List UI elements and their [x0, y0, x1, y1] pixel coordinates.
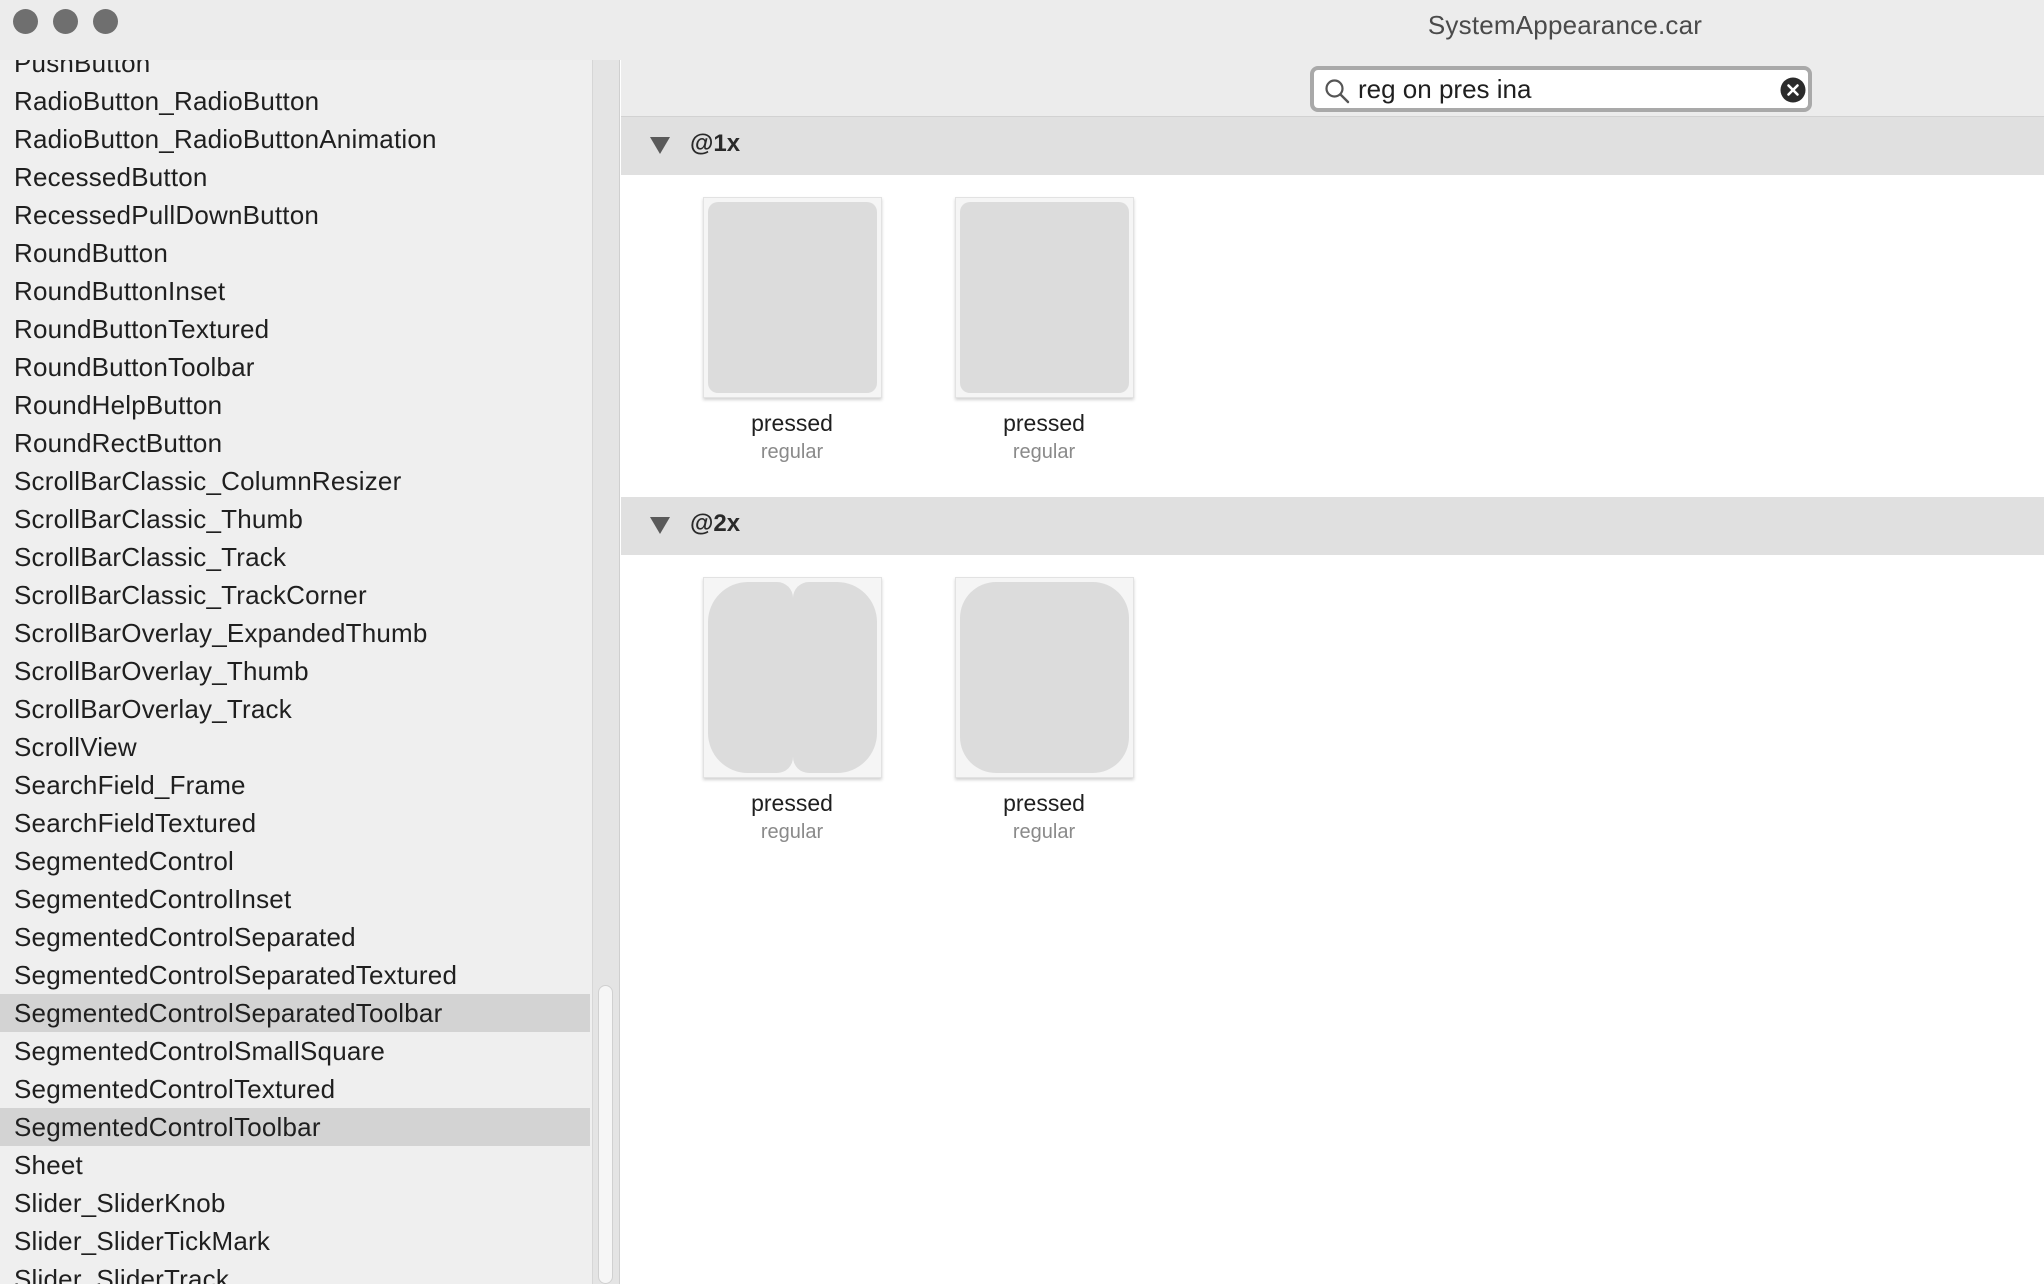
sidebar-item[interactable]: Sheet [0, 1146, 590, 1184]
sidebar-item[interactable]: ScrollBarOverlay_ExpandedThumb [0, 614, 590, 652]
search-icon [1325, 79, 1350, 104]
sidebar-item[interactable]: RoundRectButton [0, 424, 590, 462]
sidebar-item[interactable]: SegmentedControlTextured [0, 1070, 590, 1108]
toolbar [621, 60, 2044, 117]
sidebar: PushButton RadioButton_RadioButton RadioBu… [0, 60, 592, 1284]
asset-thumbnail[interactable] [955, 197, 1134, 398]
sidebar-item[interactable]: SegmentedControlSeparatedTextured [0, 956, 590, 994]
section-title: @1x [690, 130, 741, 157]
sidebar-item[interactable]: RoundButtonToolbar [0, 348, 590, 386]
disclosure-triangle-icon[interactable] [650, 517, 670, 535]
asset-name-label: pressed [1003, 790, 1085, 816]
minimize-window-button[interactable] [53, 9, 78, 34]
pressed-segment-preview-left [708, 582, 793, 773]
search-field[interactable] [1310, 66, 1812, 112]
sidebar-item[interactable]: SegmentedControl [0, 842, 590, 880]
asset-thumbnail[interactable] [703, 577, 882, 778]
sidebar-item[interactable]: Slider_SliderTickMark [0, 1222, 590, 1260]
disclosure-triangle-icon[interactable] [650, 137, 670, 155]
asset-thumbnail[interactable] [703, 197, 882, 398]
sidebar-item[interactable]: SegmentedControlInset [0, 880, 590, 918]
pressed-segment-preview [960, 582, 1129, 773]
sidebar-item[interactable]: ScrollBarClassic_Track [0, 538, 590, 576]
sidebar-item[interactable]: SegmentedControlSeparatedToolbar [0, 994, 590, 1032]
asset-name-label: pressed [751, 790, 833, 816]
asset-size-class-label: regular [760, 821, 824, 843]
sidebar-item[interactable]: RadioButton_RadioButton [0, 82, 590, 120]
sidebar-item[interactable]: RoundButtonTextured [0, 310, 590, 348]
sidebar-item[interactable]: RoundButtonInset [0, 272, 590, 310]
main-pane: @1x pressed regular pressed regular @2x … [621, 60, 2044, 1284]
sidebar-item[interactable]: ScrollView [0, 728, 590, 766]
sidebar-item[interactable]: RecessedPullDownButton [0, 196, 590, 234]
close-window-button[interactable] [13, 9, 38, 34]
pressed-segment-preview-right [792, 582, 877, 773]
sidebar-item[interactable]: RoundButton [0, 234, 590, 272]
section-header-2x[interactable]: @2x [621, 497, 2044, 555]
pressed-segment-preview [708, 202, 877, 393]
asset-name-list: PushButton RadioButton_RadioButton RadioBu… [0, 60, 590, 1284]
sidebar-item[interactable]: RecessedButton [0, 158, 590, 196]
pressed-segment-preview [960, 202, 1129, 393]
asset-size-class-label: regular [1012, 821, 1076, 843]
sidebar-item[interactable]: PushButton [0, 60, 590, 82]
sidebar-item[interactable]: ScrollBarClassic_ColumnResizer [0, 462, 590, 500]
sidebar-item[interactable]: SearchFieldTextured [0, 804, 590, 842]
app-window: SystemAppearance.car PushButton RadioButt… [0, 0, 2044, 1284]
sidebar-item[interactable]: ScrollBarOverlay_Thumb [0, 652, 590, 690]
sidebar-item[interactable]: ScrollBarClassic_Thumb [0, 500, 590, 538]
clear-search-icon[interactable] [1780, 77, 1806, 103]
sidebar-item[interactable]: RadioButton_RadioButtonAnimation [0, 120, 590, 158]
sidebar-item[interactable]: SegmentedControlSmallSquare [0, 1032, 590, 1070]
asset-thumbnail[interactable] [955, 577, 1134, 778]
asset-size-class-label: regular [760, 441, 824, 463]
sidebar-item[interactable]: ScrollBarClassic_TrackCorner [0, 576, 590, 614]
asset-name-label: pressed [751, 410, 833, 436]
asset-name-label: pressed [1003, 410, 1085, 436]
sidebar-item[interactable]: Slider_SliderKnob [0, 1184, 590, 1222]
search-input[interactable] [1358, 70, 1758, 108]
sidebar-scrollbar-thumb[interactable] [598, 985, 613, 1284]
sidebar-item[interactable]: ScrollBarOverlay_Track [0, 690, 590, 728]
sidebar-scrollbar[interactable] [592, 60, 620, 1284]
sidebar-item[interactable]: RoundHelpButton [0, 386, 590, 424]
sidebar-item[interactable]: SegmentedControlSeparated [0, 918, 590, 956]
asset-size-class-label: regular [1012, 441, 1076, 463]
sidebar-item[interactable]: SegmentedControlToolbar [0, 1108, 590, 1146]
window-title: SystemAppearance.car [1427, 10, 1703, 40]
title-bar: SystemAppearance.car [0, 0, 2044, 60]
sidebar-item[interactable]: Slider_SliderTrack [0, 1260, 590, 1284]
section-title: @2x [690, 510, 741, 537]
section-header-1x[interactable]: @1x [621, 117, 2044, 175]
sidebar-item[interactable]: SearchField_Frame [0, 766, 590, 804]
zoom-window-button[interactable] [93, 9, 118, 34]
